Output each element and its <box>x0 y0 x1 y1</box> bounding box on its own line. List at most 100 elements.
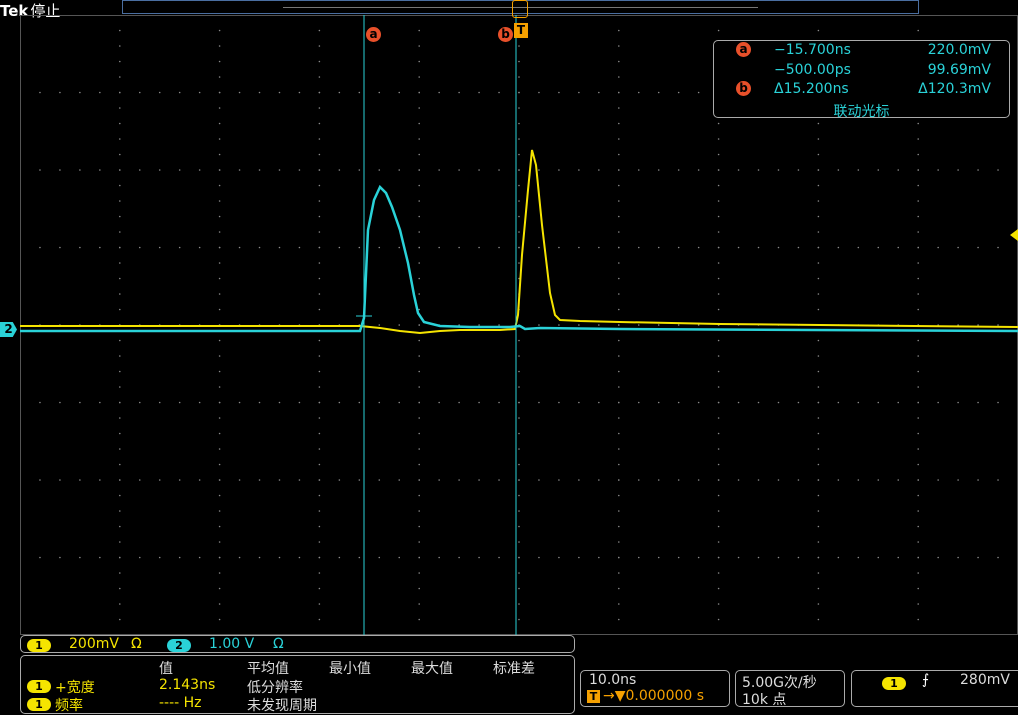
horizontal-settings[interactable]: 10.0ns T →▼0.000000 s <box>580 670 730 707</box>
ch1-badge[interactable]: 1 <box>27 637 51 653</box>
grid-dot <box>79 556 81 559</box>
grid-dot <box>138 401 141 404</box>
grid-dot <box>298 246 301 249</box>
grid-dot <box>717 479 720 481</box>
grid-dot <box>418 525 421 528</box>
trigger-settings[interactable]: 1 ⨍ 280mV <box>851 670 1018 707</box>
grid-dot <box>418 386 421 388</box>
grid-dot <box>757 246 760 249</box>
grid-dot <box>937 169 939 171</box>
grid-dot <box>258 556 261 559</box>
sampling-settings[interactable]: 5.00G次/秒 10k 点 <box>735 670 845 708</box>
trigger-level[interactable]: 280mV <box>960 672 1010 688</box>
table-row[interactable]: 1 +宽度 2.143ns 低分辨率 <box>25 677 565 696</box>
cursor-b-badge[interactable]: b <box>498 23 513 42</box>
grid-dot <box>418 308 421 311</box>
grid-dot <box>119 76 121 78</box>
grid-dot <box>578 479 580 481</box>
grid-dot <box>458 169 460 171</box>
grid-dot <box>119 262 121 264</box>
grid-dot <box>518 541 520 543</box>
grid-dot <box>618 262 620 264</box>
channel-settings-bar[interactable]: 1 200mV Ω 2 1.00 V Ω <box>20 635 575 653</box>
grid-dot <box>538 91 540 94</box>
ch2-ground-marker[interactable]: 2 <box>0 322 17 337</box>
grid-dot <box>79 479 81 481</box>
grid-dot <box>238 401 241 404</box>
trigger-source[interactable]: 1 <box>882 675 906 691</box>
grid-dot <box>498 479 500 481</box>
grid-dot <box>817 401 820 404</box>
grid-dot <box>717 618 720 621</box>
grid-dot <box>39 169 41 171</box>
grid-dot <box>318 169 321 171</box>
grid-dot <box>797 479 800 481</box>
grid-dot <box>478 91 480 94</box>
horizontal-scale[interactable]: 10.0ns <box>589 672 636 688</box>
grid-dot <box>817 587 820 590</box>
grid-dot <box>318 479 321 481</box>
grid-dot <box>618 386 620 388</box>
grid-dot <box>518 339 520 342</box>
grid-dot <box>917 494 919 497</box>
grid-dot <box>817 541 820 543</box>
grid-dot <box>119 60 121 63</box>
grid-dot <box>518 231 520 233</box>
grid-dot <box>99 556 101 559</box>
grid-dot <box>398 169 401 171</box>
grid-dot <box>817 618 820 621</box>
grid-dot <box>717 184 720 187</box>
grid-dot <box>318 572 321 574</box>
grid-dot <box>917 153 919 156</box>
cursor-b-time: −500.00ps <box>774 62 851 78</box>
grid-dot <box>318 308 321 311</box>
grid-dot <box>158 169 161 171</box>
grid-dot <box>618 277 620 280</box>
measurement-panel[interactable]: 值 平均值 最小值 最大值 标准差 1 +宽度 2.143ns 低分辨率 1 频… <box>20 655 575 714</box>
grid-dot <box>418 107 421 109</box>
trigger-position-marker[interactable]: T <box>514 23 528 38</box>
grid-dot <box>997 401 999 404</box>
ch2-badge[interactable]: 2 <box>167 637 191 653</box>
grid-dot <box>618 324 620 326</box>
grid-dot <box>318 494 321 497</box>
grid-dot <box>318 432 321 435</box>
grid-dot <box>777 479 780 481</box>
grid-dot <box>757 169 760 171</box>
grid-dot <box>797 556 800 559</box>
table-row[interactable]: 1 频率 ---- Hz 未发现周期 <box>25 695 565 714</box>
grid-dot <box>917 231 919 233</box>
ch2-scale[interactable]: 1.00 V <box>209 636 254 652</box>
grid-dot <box>917 572 919 574</box>
grid-dot <box>637 401 640 404</box>
grid-dot <box>518 138 520 140</box>
grid-dot <box>578 556 580 559</box>
grid-dot <box>618 184 620 187</box>
grid-dot <box>318 556 321 559</box>
meas-row2-name: 频率 <box>55 698 83 714</box>
grid-dot <box>618 293 620 295</box>
grid-dot <box>158 401 161 404</box>
ch1-scale[interactable]: 200mV <box>69 636 119 652</box>
grid-dot <box>618 541 620 543</box>
grid-dot <box>278 479 281 481</box>
grid-dot <box>817 277 820 280</box>
meas-row1-name: +宽度 <box>55 680 95 696</box>
grid-dot <box>218 107 221 109</box>
grid-dot <box>59 246 61 249</box>
grid-dot <box>717 401 720 404</box>
grid-dot <box>238 246 241 249</box>
grid-dot <box>817 386 820 388</box>
grid-dot <box>119 231 121 233</box>
grid-dot <box>618 510 620 512</box>
trigger-level-arrow-icon[interactable] <box>1010 229 1018 241</box>
grid-dot <box>418 324 421 326</box>
cursor-a-badge[interactable]: a <box>366 23 381 42</box>
grid-dot <box>618 603 620 605</box>
grid-dot <box>717 510 720 512</box>
grid-dot <box>957 556 959 559</box>
grid-dot <box>717 231 720 233</box>
grid-dot <box>657 91 660 94</box>
horizontal-position[interactable]: →▼0.000000 s <box>603 688 704 704</box>
grid-dot <box>817 494 820 497</box>
